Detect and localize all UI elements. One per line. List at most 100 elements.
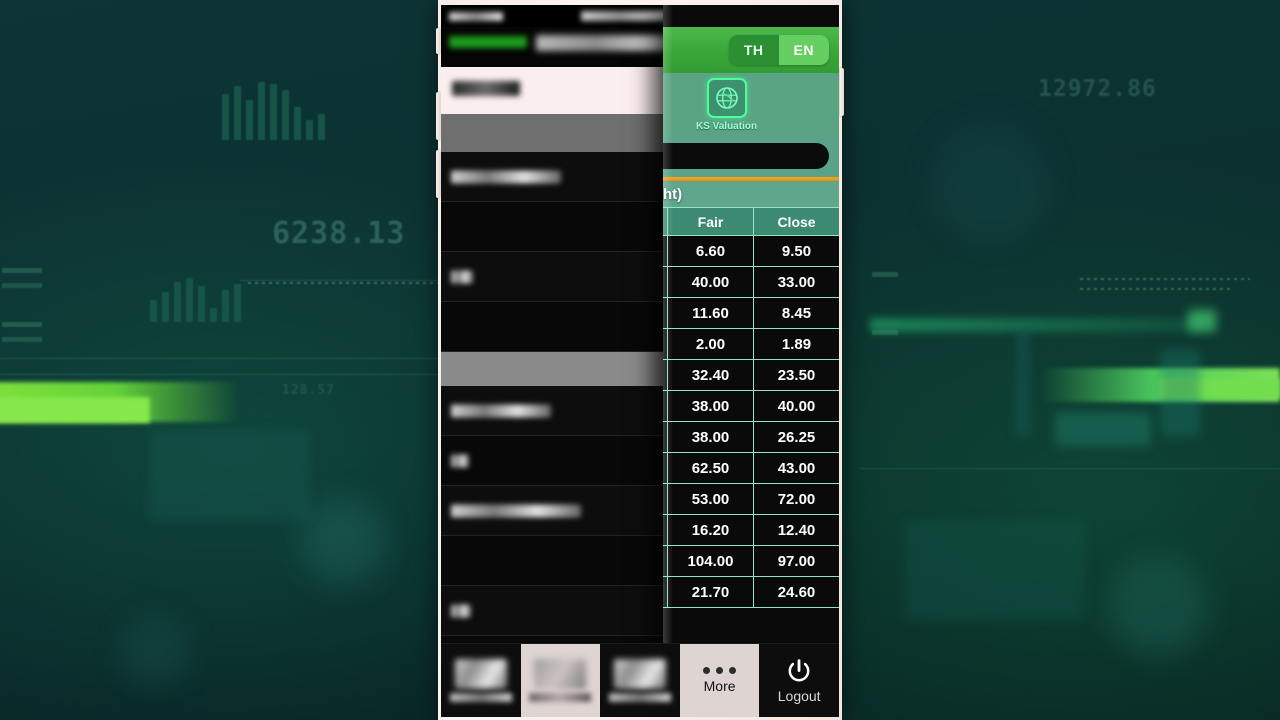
table-row[interactable]: 5.0038.0040.00 bbox=[663, 390, 839, 422]
bg-index-value-left: 6238.13 bbox=[272, 216, 406, 251]
outgoing-section-label bbox=[452, 81, 520, 96]
power-button[interactable] bbox=[840, 68, 844, 116]
bg-teal-band bbox=[870, 318, 1200, 332]
blurred-icon bbox=[454, 659, 507, 689]
tab-3[interactable] bbox=[600, 644, 680, 717]
cell-fair: 40.00 bbox=[667, 266, 754, 298]
bg-hline-1 bbox=[240, 280, 440, 281]
bg-hline-2 bbox=[0, 358, 440, 359]
outgoing-navbar-back[interactable] bbox=[449, 36, 527, 48]
list-item-label bbox=[451, 170, 561, 183]
cell-fair: 53.00 bbox=[667, 483, 754, 515]
tab-1[interactable] bbox=[441, 644, 521, 717]
bg-bar-chart-top bbox=[222, 82, 325, 140]
bg-orb-2 bbox=[1108, 556, 1208, 656]
cell-fair: 11.60 bbox=[667, 297, 754, 329]
mute-switch-button[interactable] bbox=[436, 28, 440, 54]
table-row[interactable]: 5.3562.5043.00 bbox=[663, 452, 839, 484]
list-item-label bbox=[451, 404, 551, 417]
cell-close: 12.40 bbox=[753, 514, 839, 546]
tab-more-label: More bbox=[703, 678, 736, 694]
list-item-label bbox=[451, 504, 581, 517]
table-row[interactable]: 26.3953.0072.00 bbox=[663, 483, 839, 515]
bg-glow-block-b bbox=[1055, 412, 1151, 446]
bg-tick-d bbox=[2, 337, 42, 342]
bg-dotted-line-right bbox=[1080, 278, 1250, 280]
cell-fair: 62.50 bbox=[667, 452, 754, 484]
search-input[interactable]: Search bbox=[663, 143, 829, 169]
cell-fair: 21.70 bbox=[667, 576, 754, 608]
ks-status-spacer bbox=[663, 5, 839, 27]
tab-logout[interactable]: Logout bbox=[759, 644, 839, 717]
bg-green-streak-left bbox=[0, 382, 240, 422]
bg-glow-block-c bbox=[1160, 350, 1200, 436]
table-row[interactable]: 7.2811.608.45 bbox=[663, 297, 839, 329]
table-row[interactable]: 5.822.001.89 bbox=[663, 328, 839, 360]
bg-glow-block-d bbox=[1016, 330, 1030, 436]
bg-chart-panel-left bbox=[150, 430, 310, 520]
bg-orb-1 bbox=[300, 498, 386, 584]
cell-close: 8.45 bbox=[753, 297, 839, 329]
ks-valuation-screen: Search TH EN bbox=[663, 5, 839, 717]
language-toggle[interactable]: TH EN bbox=[728, 35, 829, 65]
tab-2[interactable] bbox=[520, 644, 601, 717]
list-item-label bbox=[451, 270, 473, 283]
globe-icon bbox=[706, 78, 747, 118]
cell-close: 97.00 bbox=[753, 545, 839, 577]
tab-2-label bbox=[529, 693, 592, 702]
table-row[interactable]: 7.8732.4023.50 bbox=[663, 359, 839, 391]
cell-fair: 104.00 bbox=[667, 545, 754, 577]
bg-index-value-right: 12972.86 bbox=[1038, 76, 1157, 102]
col-header-fair[interactable]: Fair bbox=[667, 207, 754, 236]
tab-1-label bbox=[449, 693, 512, 702]
search-bar-wrapper: Search bbox=[663, 137, 839, 177]
phone-device: 94% bbox=[436, 0, 844, 720]
list-item-label bbox=[451, 454, 469, 467]
tab-more[interactable]: More bbox=[679, 644, 760, 717]
cell-fair: 16.20 bbox=[667, 514, 754, 546]
shortcut-bar: วีดีโอ KS Valuation bbox=[663, 73, 839, 137]
lang-option-en[interactable]: EN bbox=[778, 35, 829, 65]
cell-fair: 38.00 bbox=[667, 390, 754, 422]
cell-close: 1.89 bbox=[753, 328, 839, 360]
blurred-icon bbox=[613, 659, 666, 689]
bg-tick-b bbox=[2, 283, 42, 288]
bg-dotted-line-right-2 bbox=[1080, 288, 1230, 290]
cell-close: 24.60 bbox=[753, 576, 839, 608]
cell-close: 72.00 bbox=[753, 483, 839, 515]
cell-fair: 32.40 bbox=[667, 359, 754, 391]
table-row[interactable]: 0.6516.2012.40 bbox=[663, 514, 839, 546]
valuation-table: Name Up/Down(%) Fair Close 8.426.609.501… bbox=[663, 207, 839, 608]
bg-glow-block-a bbox=[1188, 310, 1216, 332]
col-header-close[interactable]: Close bbox=[753, 207, 839, 236]
lang-option-th[interactable]: TH bbox=[728, 35, 779, 65]
bg-chart-panel-right bbox=[905, 520, 1085, 620]
phone-screen: 94% bbox=[441, 5, 839, 717]
bg-hline-3 bbox=[0, 374, 440, 375]
tab-bar: More Logout bbox=[441, 643, 839, 717]
shortcut-ks-valuation-label: KS Valuation bbox=[695, 121, 758, 132]
cell-fair: 38.00 bbox=[667, 421, 754, 453]
bg-green-streak-right bbox=[1040, 368, 1280, 402]
volume-up-button[interactable] bbox=[436, 92, 440, 140]
cell-close: 43.00 bbox=[753, 452, 839, 484]
table-row[interactable]: 11.7921.7024.60 bbox=[663, 576, 839, 608]
table-row[interactable]: 4.7638.0026.25 bbox=[663, 421, 839, 453]
blurred-icon bbox=[534, 659, 587, 689]
list-item-label bbox=[451, 604, 471, 617]
ks-navbar: Search TH EN bbox=[663, 27, 839, 73]
bg-hline-4 bbox=[860, 468, 1280, 469]
cell-close: 26.25 bbox=[753, 421, 839, 453]
tab-logout-label: Logout bbox=[777, 687, 821, 704]
shortcut-ks-valuation[interactable]: KS Valuation bbox=[684, 78, 770, 132]
power-icon bbox=[788, 658, 810, 681]
volume-down-button[interactable] bbox=[436, 150, 440, 198]
table-row[interactable]: 7.22104.0097.00 bbox=[663, 545, 839, 577]
cell-close: 9.50 bbox=[753, 235, 839, 267]
table-row[interactable]: 1.2140.0033.00 bbox=[663, 266, 839, 298]
table-row[interactable]: 8.426.609.50 bbox=[663, 235, 839, 267]
bg-bar-chart-mid bbox=[150, 278, 241, 322]
bg-green-streak-left-2 bbox=[0, 397, 150, 423]
bg-orb-4 bbox=[930, 120, 1050, 240]
bg-orb-3 bbox=[120, 616, 190, 686]
